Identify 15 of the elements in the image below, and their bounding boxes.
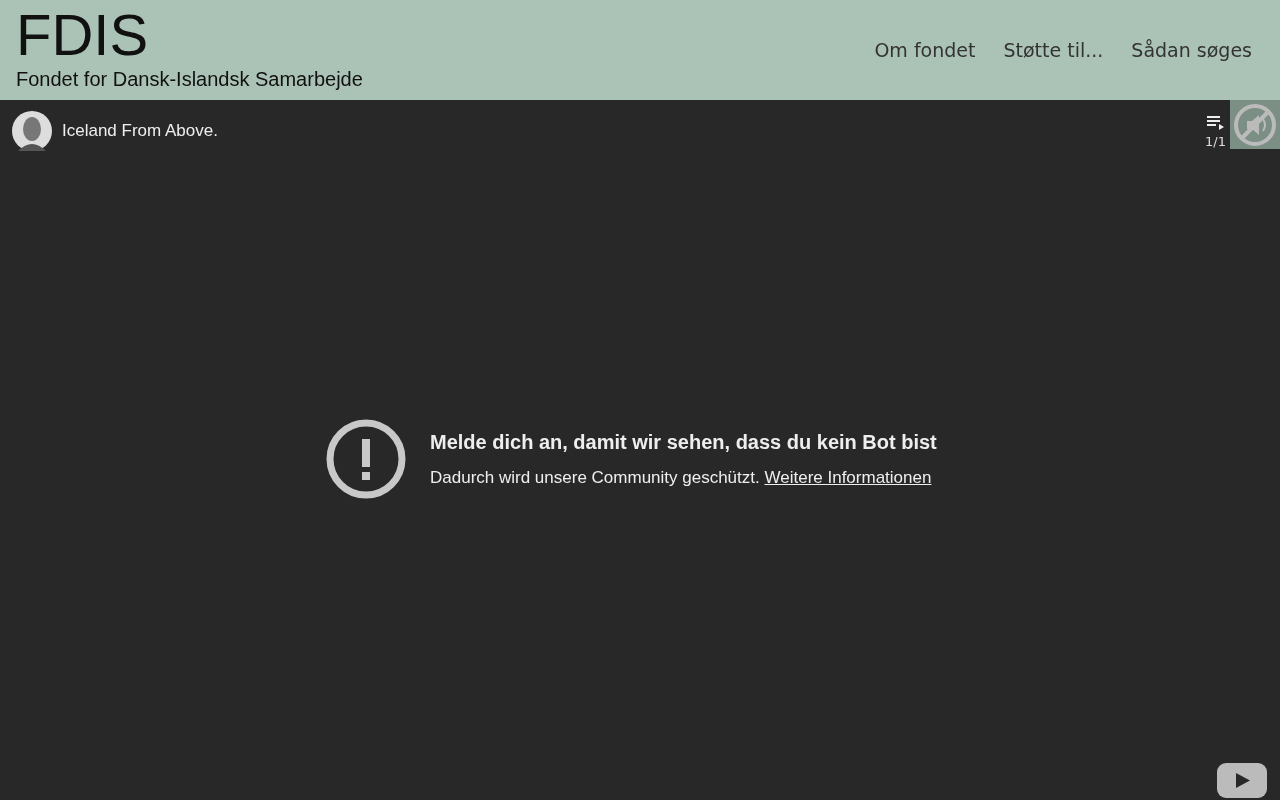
more-info-link[interactable]: Weitere Informationen	[764, 468, 932, 488]
nav-link[interactable]: Støtte til...	[1003, 35, 1104, 65]
message-heading: Melde dich an, damit wir sehen, dass du kein Bot bist	[430, 430, 937, 456]
site-logo[interactable]: FDIS	[16, 6, 363, 64]
channel-avatar[interactable]	[12, 111, 52, 151]
nav-link[interactable]: Om fondet	[874, 35, 976, 65]
play-logo-icon[interactable]	[1217, 763, 1267, 798]
playlist-icon[interactable]	[1206, 114, 1225, 130]
message-text: Dadurch wird unsere Community geschützt. Weitere Informationen	[430, 467, 933, 490]
playlist-count: 1/1	[1205, 133, 1226, 151]
site-subtitle: Fondet for Dansk-Islandsk Samarbejde	[16, 67, 363, 92]
video-title[interactable]: Iceland From Above.	[62, 118, 218, 144]
nav-link[interactable]: Sådan søges	[1131, 35, 1252, 65]
sound-off-icon	[1233, 102, 1277, 147]
warning-icon	[326, 419, 406, 499]
